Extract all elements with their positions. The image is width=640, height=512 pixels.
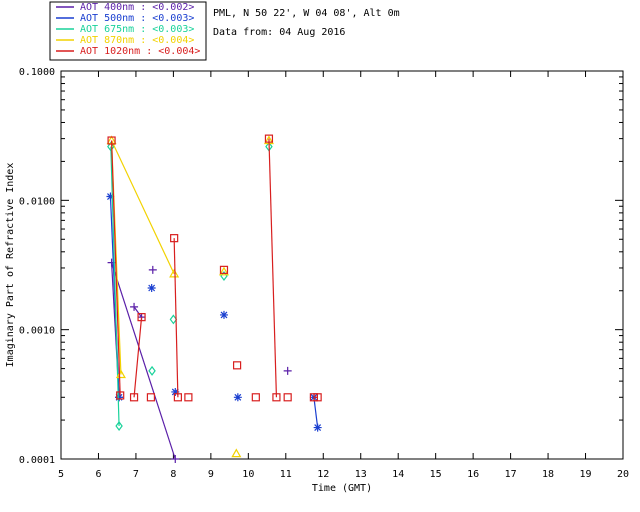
data-point [283, 393, 292, 402]
data-point [184, 393, 193, 402]
data-point [146, 393, 156, 402]
x-tick-label: 6 [95, 469, 101, 480]
data-point [219, 310, 228, 319]
x-tick-label: 14 [392, 469, 404, 480]
x-tick-label: 19 [580, 469, 592, 480]
series-1 [106, 192, 322, 432]
legend-entry: AOT 1020nm : <0.004> [80, 46, 200, 57]
plot-area [106, 134, 322, 463]
data-point [251, 393, 260, 402]
data-point [232, 361, 242, 370]
x-tick-label: 20 [617, 469, 629, 480]
series-line [111, 140, 175, 275]
date-title: Data from: 04 Aug 2016 [213, 27, 345, 38]
data-point [148, 265, 157, 274]
x-tick-label: 7 [133, 469, 139, 480]
y-axis-label: Imaginary Part of Refractive Index [5, 163, 16, 368]
x-tick-label: 13 [355, 469, 367, 480]
plot-frame [60, 70, 624, 460]
data-point [231, 448, 242, 458]
y-axis: 0.0001 0.0010 0.0100 0.1000 [19, 67, 623, 466]
chart: AOT 400nm : <0.002>AOT 500nm : <0.003>AO… [5, 1, 629, 494]
data-point [283, 366, 292, 375]
legend-entry: AOT 400nm : <0.002> [80, 2, 194, 13]
x-tick-label: 8 [170, 469, 176, 480]
series-line [111, 262, 176, 460]
legend-entry: AOT 675nm : <0.003> [80, 24, 194, 35]
x-tick-label: 16 [467, 469, 479, 480]
data-point [313, 423, 322, 432]
y-tick-label: 0.0010 [19, 326, 55, 337]
x-tick-label: 17 [505, 469, 517, 480]
x-tick-label: 9 [208, 469, 214, 480]
legend-entry: AOT 500nm : <0.003> [80, 13, 194, 24]
x-axis-label: Time (GMT) [312, 483, 372, 494]
y-tick-label: 0.1000 [19, 67, 55, 78]
series-line [268, 138, 278, 398]
x-tick-label: 12 [317, 469, 329, 480]
legend: AOT 400nm : <0.002>AOT 500nm : <0.003>AO… [49, 1, 207, 61]
series-line [313, 397, 319, 428]
x-axis: 5 6 7 8 9 10 11 12 13 14 15 16 17 18 19 20 [58, 71, 629, 480]
site-title: PML, N 50 22', W 04 08', Alt 0m [213, 8, 400, 19]
series-4 [107, 134, 322, 402]
x-tick-label: 18 [542, 469, 554, 480]
data-point [147, 283, 156, 292]
series-0 [107, 258, 292, 463]
x-tick-label: 11 [280, 469, 292, 480]
data-point [130, 302, 139, 311]
data-point [233, 393, 242, 402]
x-tick-label: 10 [242, 469, 254, 480]
series-3 [106, 135, 274, 458]
y-tick-label: 0.0100 [19, 196, 55, 207]
x-tick-label: 5 [58, 469, 64, 480]
y-tick-label: 0.0001 [19, 455, 55, 466]
data-point [148, 365, 156, 376]
x-tick-label: 15 [430, 469, 442, 480]
legend-entry: AOT 870nm : <0.004> [80, 35, 194, 46]
series-line [133, 317, 143, 398]
data-point [171, 455, 180, 463]
